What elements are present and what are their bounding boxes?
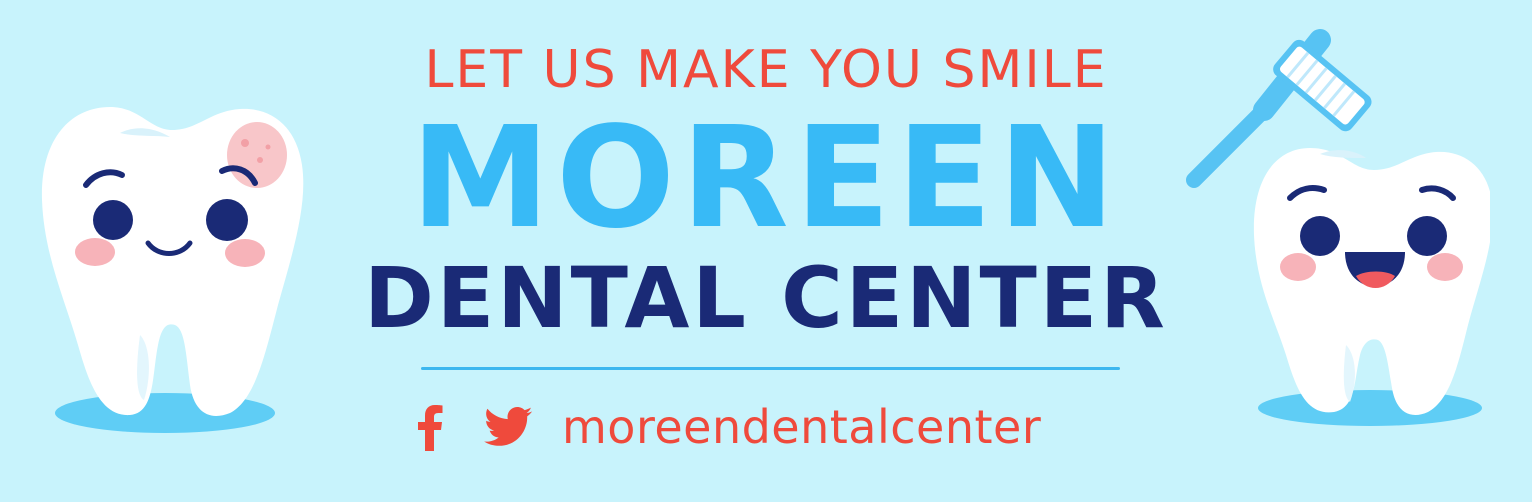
social-handle[interactable]: moreendentalcenter [562,397,1041,457]
dental-banner: LET US MAKE YOU SMILE MOREEN DENTAL CENT… [0,0,1532,502]
divider [421,367,1120,370]
facebook-icon[interactable] [410,402,450,452]
social-row: moreendentalcenter [410,396,1041,458]
practice-name: MOREEN [410,97,1122,260]
twitter-icon[interactable] [484,404,534,450]
tagline: LET US MAKE YOU SMILE [424,40,1108,100]
practice-subtitle: DENTAL CENTER [364,249,1168,347]
right-tooth-shadow [1258,390,1482,426]
